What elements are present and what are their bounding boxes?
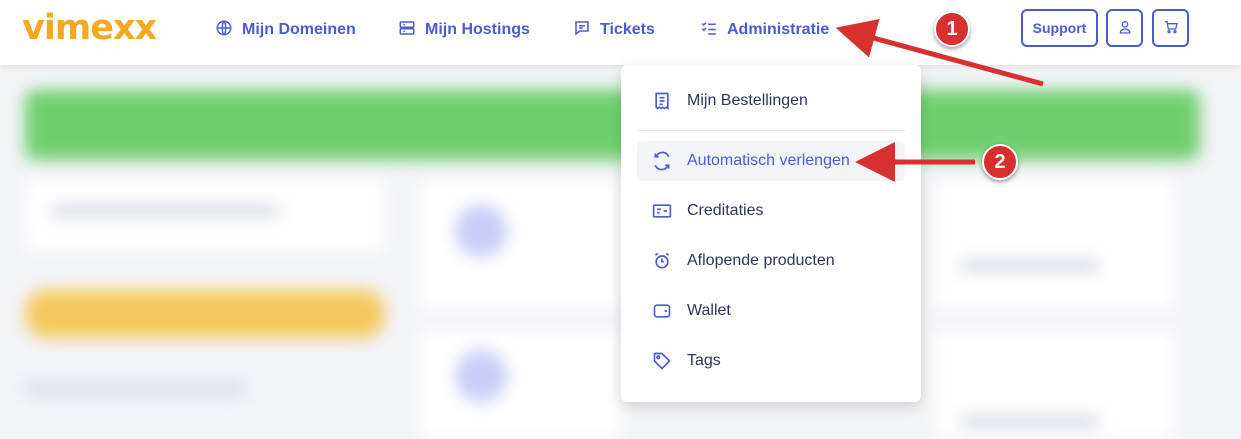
nav-administratie[interactable]: Administratie <box>700 18 829 42</box>
background-circle <box>455 350 507 402</box>
status-banner <box>25 90 1200 160</box>
vimexx-logo[interactable]: vimexx <box>22 8 157 48</box>
menu-item-tags[interactable]: Tags <box>637 341 905 381</box>
background-card <box>420 180 620 310</box>
background-card <box>935 180 1175 310</box>
background-circle <box>455 205 507 257</box>
globe-icon <box>215 19 233 42</box>
account-button[interactable] <box>1106 9 1143 47</box>
top-navigation-bar: vimexx Mijn Domeinen Mijn Hostings Ticke… <box>0 0 1241 65</box>
menu-item-label: Aflopende producten <box>687 252 835 269</box>
cart-icon <box>1163 19 1179 38</box>
menu-divider <box>637 130 905 131</box>
menu-item-label: Automatisch verlengen <box>687 152 850 169</box>
background-line <box>25 383 245 395</box>
menu-item-label: Wallet <box>687 302 731 319</box>
step-badge-2: 2 <box>982 144 1018 180</box>
menu-item-creditaties[interactable]: Creditaties <box>637 191 905 231</box>
background-line <box>960 260 1100 272</box>
nav-label: Tickets <box>600 21 655 38</box>
menu-item-label: Creditaties <box>687 202 764 219</box>
tag-icon <box>637 351 687 371</box>
support-button[interactable]: Support <box>1021 9 1098 47</box>
wallet-icon <box>637 301 687 321</box>
background-card <box>420 330 620 439</box>
menu-item-wallet[interactable]: Wallet <box>637 291 905 331</box>
receipt-icon <box>637 91 687 111</box>
background-line <box>50 205 280 217</box>
step-badge-1: 1 <box>934 11 970 47</box>
server-icon <box>398 19 416 42</box>
refresh-icon <box>637 151 687 171</box>
alarm-clock-icon <box>637 251 687 271</box>
user-icon <box>1117 19 1133 38</box>
nav-label: Mijn Domeinen <box>242 21 356 38</box>
chat-icon <box>573 19 591 42</box>
administratie-dropdown-menu: Mijn Bestellingen Automatisch verlengen … <box>621 65 921 402</box>
nav-label: Administratie <box>727 21 830 38</box>
menu-item-aflopende-producten[interactable]: Aflopende producten <box>637 241 905 281</box>
background-yellow-bar <box>25 290 385 338</box>
background-line <box>960 415 1100 427</box>
nav-label: Mijn Hostings <box>425 21 530 38</box>
menu-item-mijn-bestellingen[interactable]: Mijn Bestellingen <box>637 81 905 121</box>
menu-item-label: Mijn Bestellingen <box>687 92 808 109</box>
menu-item-label: Tags <box>687 352 721 369</box>
nav-mijn-hostings[interactable]: Mijn Hostings <box>398 18 530 42</box>
menu-item-automatisch-verlengen[interactable]: Automatisch verlengen <box>637 141 905 181</box>
cart-button[interactable] <box>1152 9 1189 47</box>
nav-tickets[interactable]: Tickets <box>573 18 655 42</box>
credit-card-icon <box>637 201 687 221</box>
checklist-icon <box>700 19 718 42</box>
nav-mijn-domeinen[interactable]: Mijn Domeinen <box>215 18 356 42</box>
